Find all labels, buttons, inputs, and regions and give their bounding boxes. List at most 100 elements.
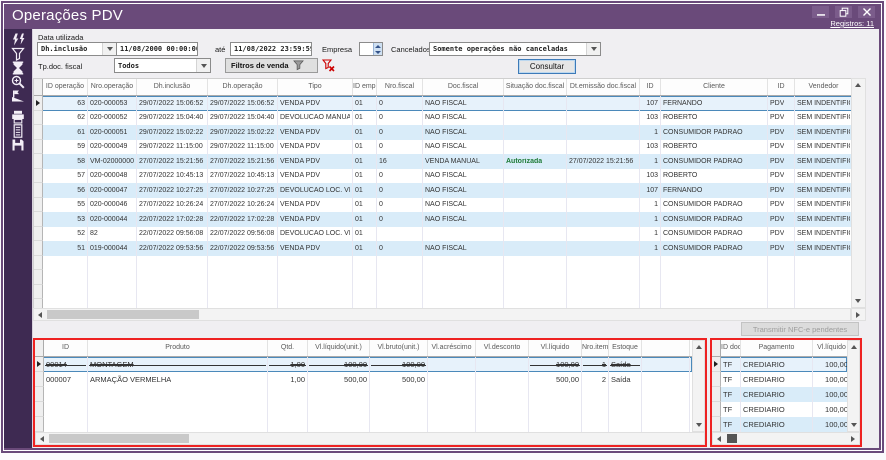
scroll-up-icon[interactable]	[852, 79, 864, 91]
operations-vertical-scrollbar[interactable]	[851, 78, 866, 308]
table-row[interactable]: 63020-00005329/07/2022 15:06:5229/07/202…	[34, 96, 852, 111]
table-row[interactable]: TFCREDIARIO100,00	[712, 387, 847, 402]
scrollbar-thumb[interactable]	[727, 434, 737, 443]
clear-filter-button[interactable]	[321, 58, 335, 72]
products-vertical-scrollbar[interactable]	[692, 340, 705, 432]
restore-button[interactable]	[835, 6, 852, 18]
stepper-buttons[interactable]	[373, 43, 382, 55]
products-horizontal-scrollbar[interactable]	[35, 432, 705, 445]
table-row[interactable]: TFCREDIARIO100,00	[712, 372, 847, 387]
chevron-down-icon[interactable]	[586, 43, 600, 55]
column-header[interactable]: Produto	[88, 340, 268, 356]
transmit-nfce-button[interactable]: Transmitir NFC-e pendentes	[741, 322, 859, 336]
table-cell: CREDIARIO	[741, 417, 813, 432]
table-row[interactable]: 55020-00004627/07/2022 10:26:2427/07/202…	[34, 198, 852, 213]
scroll-down-icon[interactable]	[848, 419, 860, 431]
table-row[interactable]: 00014MONTAGEM1,00100,00100,00100,001Saíd…	[35, 357, 692, 372]
column-header[interactable]: Cliente	[661, 79, 768, 95]
table-row[interactable]: 53020-00004422/07/2022 17:02:2822/07/202…	[34, 212, 852, 227]
registros-link[interactable]: Registros: 11	[830, 19, 874, 28]
column-header[interactable]: ID operação	[43, 79, 88, 95]
column-header[interactable]: Dh.inclusão	[137, 79, 208, 95]
chart-button[interactable]	[11, 89, 25, 103]
column-header[interactable]: Vl.acréscimo	[428, 340, 476, 356]
column-header[interactable]: Dh.operação	[208, 79, 278, 95]
scroll-left-icon[interactable]	[36, 433, 48, 445]
scroll-right-icon[interactable]	[847, 433, 859, 445]
column-header[interactable]: Vl.líquido(unit.)	[308, 340, 370, 356]
column-header[interactable]: Estoque	[609, 340, 642, 356]
scroll-up-icon[interactable]	[693, 341, 705, 353]
scroll-right-icon[interactable]	[852, 309, 864, 321]
scroll-left-icon[interactable]	[34, 309, 46, 321]
filter-button[interactable]	[11, 47, 25, 61]
wait-button[interactable]	[11, 61, 25, 75]
column-header[interactable]: ID	[44, 340, 88, 356]
scroll-left-icon[interactable]	[713, 433, 725, 445]
column-header[interactable]: Vl.desconto	[476, 340, 529, 356]
date-from-input[interactable]: 11/08/2000 00:00:00	[116, 42, 198, 56]
column-header[interactable]: Dt.emissão doc.fiscal	[567, 79, 640, 95]
operations-scroll-corner[interactable]	[851, 308, 866, 321]
payments-vertical-scrollbar[interactable]	[847, 340, 860, 432]
cancelados-combobox[interactable]: Somente operações não canceladas	[429, 42, 601, 56]
column-header[interactable]: ID doc.	[721, 340, 741, 356]
scroll-down-icon[interactable]	[852, 295, 864, 307]
empresa-stepper[interactable]	[359, 42, 383, 56]
column-header[interactable]: Situação doc.fiscal	[504, 79, 567, 95]
table-row[interactable]: 62020-00005229/07/2022 15:04:4029/07/202…	[34, 111, 852, 126]
execute-button[interactable]	[11, 33, 25, 47]
scrollbar-thumb[interactable]	[47, 310, 199, 319]
data-utilizada-combobox[interactable]: Dh.inclusão	[37, 42, 117, 56]
chevron-down-icon[interactable]	[196, 59, 210, 72]
table-row[interactable]: 57020-00004827/07/2022 10:45:1327/07/202…	[34, 169, 852, 184]
column-header[interactable]: ID	[768, 79, 795, 95]
table-row[interactable]: 000007ARMAÇÃO VERMELHA1,00500,00500,0050…	[35, 372, 692, 387]
row-indicator	[34, 154, 43, 169]
chevron-down-icon[interactable]	[102, 43, 116, 55]
table-cell: 22/07/2022 09:56:08	[208, 227, 278, 242]
column-header[interactable]: Nro.fiscal	[377, 79, 423, 95]
zoom-button[interactable]	[11, 75, 25, 89]
table-row[interactable]: 61020-00005129/07/2022 15:02:2229/07/202…	[34, 125, 852, 140]
table-cell: SEM INDENTIFICAÇÃO	[795, 125, 852, 140]
column-header[interactable]: Doc.fiscal	[423, 79, 504, 95]
tp-doc-fiscal-combobox[interactable]: Todos	[114, 58, 211, 73]
table-row[interactable]: 59020-00004929/07/2022 11:15:0029/07/202…	[34, 140, 852, 155]
minimize-button[interactable]	[812, 6, 829, 18]
table-row[interactable]: TFCREDIARIO100,00	[712, 402, 847, 417]
column-header[interactable]	[642, 340, 690, 356]
consultar-button[interactable]: Consultar	[518, 59, 576, 74]
table-row[interactable]: TFCREDIARIO100,00	[712, 417, 847, 432]
column-header[interactable]: Vl.líquido	[529, 340, 582, 356]
step-down-icon[interactable]	[373, 49, 382, 55]
filtros-venda-button[interactable]: Filtros de venda	[225, 58, 318, 73]
table-cell	[308, 387, 370, 402]
column-header[interactable]: ID	[640, 79, 661, 95]
payments-horizontal-scrollbar[interactable]	[712, 432, 860, 445]
table-row[interactable]: 528222/07/2022 09:56:0822/07/2022 09:56:…	[34, 227, 852, 242]
close-button[interactable]	[858, 6, 875, 18]
table-row[interactable]: 51019-00004422/07/2022 09:53:5622/07/202…	[34, 241, 852, 256]
column-header[interactable]: Nro.operação	[88, 79, 137, 95]
column-header[interactable]: Vl.líquido	[813, 340, 847, 356]
column-header[interactable]: Pagamento	[741, 340, 813, 356]
scrollbar-thumb[interactable]	[49, 434, 189, 443]
column-header[interactable]: Tipo	[278, 79, 353, 95]
column-header[interactable]: Vendedor	[795, 79, 853, 95]
table-row[interactable]: TFCREDIARIO100,00	[712, 357, 847, 372]
print-button[interactable]	[11, 110, 25, 124]
table-row[interactable]: 56020-00004727/07/2022 10:27:2527/07/202…	[34, 183, 852, 198]
column-header[interactable]: ID emp.	[353, 79, 377, 95]
table-cell	[370, 387, 428, 402]
calculator-button[interactable]	[11, 124, 25, 138]
column-header[interactable]: Qtd.	[268, 340, 308, 356]
table-row[interactable]: 58VM-02000000127/07/2022 15:21:5627/07/2…	[34, 154, 852, 169]
scroll-up-icon[interactable]	[848, 341, 860, 353]
save-button[interactable]	[11, 138, 25, 152]
column-header[interactable]: Nro.item	[582, 340, 609, 356]
operations-horizontal-scrollbar[interactable]	[33, 308, 851, 321]
scroll-down-icon[interactable]	[693, 419, 705, 431]
column-header[interactable]: Vl.bruto(unit.)	[370, 340, 428, 356]
date-to-input[interactable]: 11/08/2022 23:59:59	[230, 42, 312, 56]
